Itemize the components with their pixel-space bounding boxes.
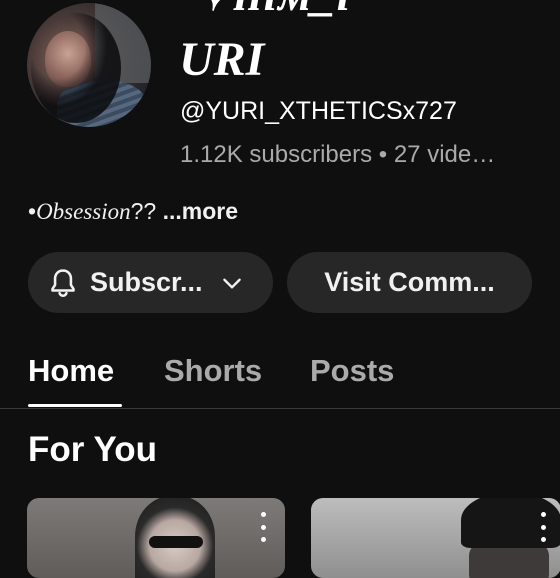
description-prefix: • [28, 198, 37, 224]
chevron-down-icon [222, 278, 241, 289]
tab-home[interactable]: Home [28, 353, 114, 389]
channel-title-line1: ·✧ʜɪᴍ_ɪ [180, 0, 351, 22]
more-vert-icon[interactable] [533, 512, 553, 542]
bell-icon [51, 268, 75, 297]
active-tab-indicator [28, 404, 122, 407]
channel-handle: @YURI_XTHETICSx727 [180, 97, 457, 125]
visit-community-label: Visit Comm... [324, 267, 495, 297]
section-title: For You [28, 430, 157, 469]
channel-avatar[interactable] [27, 3, 151, 127]
video-thumbnail[interactable] [311, 498, 560, 578]
avatar-hair [31, 13, 121, 123]
more-vert-icon[interactable] [253, 512, 273, 542]
visit-community-button[interactable]: Visit Comm... [287, 252, 532, 313]
description-more-link[interactable]: ...more [163, 198, 238, 224]
channel-stats: 1.12K subscribers • 27 vide… [180, 141, 496, 168]
subscribe-label: Subscr... [90, 267, 203, 297]
channel-tabs: Home Shorts Posts [0, 345, 560, 409]
channel-description[interactable]: •Obsession?? ...more [28, 198, 238, 225]
description-italic-text: Obsession [36, 199, 131, 224]
video-thumbnail[interactable] [27, 498, 285, 578]
subscribe-button[interactable]: Subscr... [28, 252, 273, 313]
tab-shorts[interactable]: Shorts [164, 353, 262, 389]
channel-title-line2: URI [179, 33, 265, 86]
description-suffix: ?? [130, 198, 163, 224]
tab-posts[interactable]: Posts [310, 353, 394, 389]
thumbnail-sunglasses [149, 536, 203, 548]
